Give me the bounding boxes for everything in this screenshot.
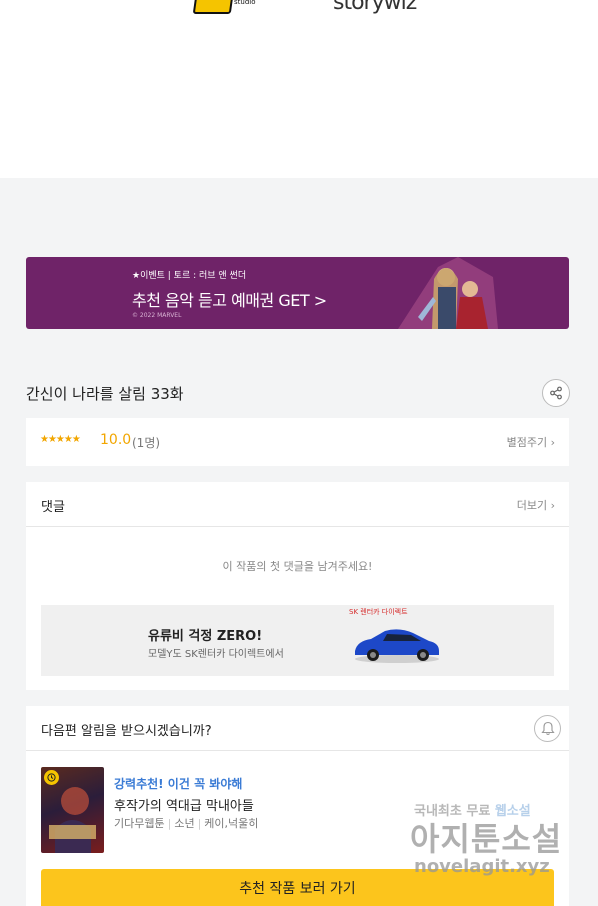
- rating-stars: ★★★★★: [40, 434, 81, 445]
- banner-event-text: ★이벤트 | 토르 : 러브 앤 썬더: [132, 271, 247, 281]
- comment-card: 댓글 더보기 › 이 작품의 첫 댓글을 남겨주세요! 유류비 걱정 ZERO!…: [26, 482, 569, 690]
- comment-title: 댓글: [41, 500, 65, 515]
- banner-artwork: [398, 257, 498, 329]
- banner-main-text: 추천 음악 듣고 예매권 GET >: [132, 291, 327, 310]
- ad-brand-logo: SK 렌터카 다이렉트: [349, 608, 408, 616]
- ad-banner[interactable]: 유류비 걱정 ZERO! 모델Y도 SK렌터카 다이렉트에서 SK 렌터카 다이…: [41, 605, 554, 676]
- recommend-title[interactable]: 후작가의 역대급 막내아들: [114, 795, 254, 814]
- rating-card: ★★★★★ 10.0 (1명) 별점주기 ›: [26, 418, 569, 466]
- recommend-meta: 기다무웹툰 | 소년 | 케이,넉울히: [114, 817, 259, 830]
- share-icon: [550, 386, 562, 400]
- share-button[interactable]: [542, 379, 570, 407]
- next-alert-header: 다음편 알림을 받으시겠습니까?: [26, 706, 569, 751]
- site-watermark: 국내최초 무료 웹소설 아지툰소설 novelagit.xyz: [410, 804, 563, 877]
- recommend-thumbnail[interactable]: [41, 767, 104, 853]
- notification-button[interactable]: [534, 715, 561, 742]
- next-alert-question: 다음편 알림을 받으시겠습니까?: [41, 724, 212, 739]
- bell-icon: [540, 721, 555, 736]
- event-banner[interactable]: ★이벤트 | 토르 : 러브 앤 썬더 추천 음악 듣고 예매권 GET > ©…: [26, 257, 569, 329]
- cover-art: [49, 787, 96, 853]
- dbox-studio-logo: studio: [192, 0, 260, 16]
- banner-copyright: © 2022 MARVEL: [132, 312, 182, 319]
- rating-count: (1명): [132, 436, 161, 450]
- episode-title: 간신이 나라를 살림 33화: [26, 385, 184, 403]
- car-image: [355, 629, 439, 663]
- comment-more-link[interactable]: 더보기 ›: [517, 497, 555, 513]
- ad-subtext: 모델Y도 SK렌터카 다이렉트에서: [148, 649, 284, 660]
- recommend-label: 강력추천! 이건 꼭 봐야해: [114, 777, 243, 791]
- top-area: studio storywiz: [0, 0, 598, 178]
- empty-comment-message: 이 작품의 첫 댓글을 남겨주세요!: [222, 560, 373, 573]
- comment-header: 댓글 더보기 ›: [26, 482, 569, 527]
- storywiz-logo: storywiz: [333, 0, 417, 15]
- rate-button[interactable]: 별점주기 ›: [507, 434, 555, 450]
- rating-score: 10.0: [100, 432, 132, 448]
- ad-headline: 유류비 걱정 ZERO!: [148, 629, 263, 644]
